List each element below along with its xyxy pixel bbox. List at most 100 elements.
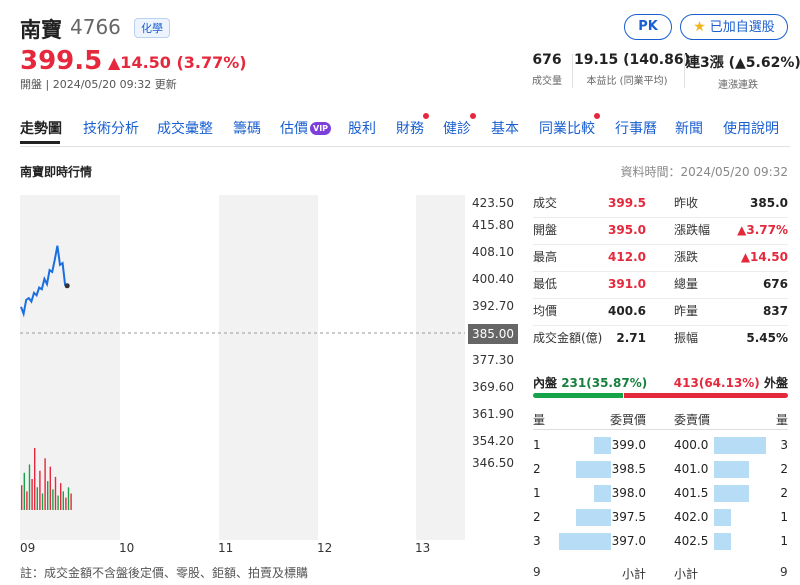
bid-row[interactable]: 2 397.5 xyxy=(533,505,646,529)
notification-dot xyxy=(594,113,600,119)
bid-price: 397.0 xyxy=(611,534,646,548)
summary-value: ▲14.50 xyxy=(740,250,788,264)
stat-value: 連3漲 (▲5.62%) xyxy=(686,55,800,71)
tab-basic[interactable]: 基本 xyxy=(491,118,519,138)
intraday-chart[interactable] xyxy=(20,195,465,540)
bid-qty: 3 xyxy=(533,534,541,548)
x-tick: 11 xyxy=(218,541,234,555)
bid-row[interactable]: 1 399.0 xyxy=(533,433,646,457)
ask-depth-bar xyxy=(714,533,731,550)
tab-calendar[interactable]: 行事曆 xyxy=(615,118,657,138)
bid-row[interactable]: 2 398.5 xyxy=(533,457,646,481)
data-time: 資料時間：2024/05/20 09:32 xyxy=(620,165,788,179)
last-price-point xyxy=(64,283,70,289)
ask-total-qty: 9 xyxy=(780,565,788,579)
summary-value: 400.6 xyxy=(608,304,646,318)
bid-row[interactable]: 3 397.0 xyxy=(533,529,646,553)
pk-button[interactable]: PK xyxy=(624,14,672,40)
volume-bar xyxy=(44,458,46,510)
ask-qty-header: 量 xyxy=(775,413,788,427)
summary-value: 395.0 xyxy=(608,223,646,237)
summary-value: 412.0 xyxy=(608,250,646,264)
y-tick: 361.90 xyxy=(472,407,514,421)
volume-bar xyxy=(31,479,33,510)
bid-total-qty: 9 xyxy=(533,565,541,579)
tab-label: 財務 xyxy=(396,121,424,137)
ask-row[interactable]: 402.5 1 xyxy=(674,529,788,553)
summary-row: 昨量 837 xyxy=(674,298,788,325)
tab-help[interactable]: 使用說明 xyxy=(723,118,779,138)
orderbook-divider xyxy=(533,429,788,430)
tabs-divider xyxy=(20,146,790,147)
notification-dot xyxy=(470,113,476,119)
open-time: 開盤 | 2024/05/20 09:32 更新 xyxy=(20,78,177,91)
ask-row[interactable]: 401.5 2 xyxy=(674,481,788,505)
y-tick: 369.60 xyxy=(472,380,514,394)
volume-bar xyxy=(26,491,28,510)
ask-row[interactable]: 402.0 1 xyxy=(674,505,788,529)
tab-technical[interactable]: 技術分析 xyxy=(83,118,139,138)
summary-label: 成交金額(億) xyxy=(533,331,603,345)
inner-ratio-bar xyxy=(533,393,623,398)
volume-bar xyxy=(23,472,25,510)
tab-valuation[interactable]: 估價 VIP xyxy=(280,118,332,138)
category-tag[interactable]: 化學 xyxy=(134,18,170,38)
y-tick: 408.10 xyxy=(472,245,514,259)
inner-volume: 內盤 231(35.87%) xyxy=(533,374,647,391)
watchlist-button[interactable]: ★ 已加自選股 xyxy=(680,14,788,40)
tab-news[interactable]: 新聞 xyxy=(675,118,703,138)
tab-bar: 走勢圖 技術分析 成交彙整 籌碼 估價 VIP 股利 財務 健診 基本 同業比較 … xyxy=(20,113,790,146)
volume-bar xyxy=(52,489,54,510)
bid-row[interactable]: 1 398.0 xyxy=(533,481,646,505)
ask-price: 402.5 xyxy=(674,534,709,548)
volume-bar xyxy=(49,466,51,510)
summary-value: 676 xyxy=(762,277,788,291)
tab-trend[interactable]: 走勢圖 xyxy=(20,118,62,138)
y-tick: 354.20 xyxy=(472,434,514,448)
bid-price-header: 委買價 xyxy=(609,413,646,427)
tab-peer-compare[interactable]: 同業比較 xyxy=(539,113,600,138)
y-tick: 400.40 xyxy=(472,272,514,286)
y-tick: 346.50 xyxy=(472,456,514,470)
ask-qty: 1 xyxy=(780,534,788,548)
summary-row: 最高 412.0 xyxy=(533,244,646,271)
ask-row[interactable]: 400.0 3 xyxy=(674,433,788,457)
vip-badge: VIP xyxy=(310,122,332,135)
bid-qty-header: 量 xyxy=(533,413,546,427)
ask-price-header: 委賣價 xyxy=(674,413,711,427)
stat-label: 成交量 xyxy=(532,76,562,87)
tab-chips[interactable]: 籌碼 xyxy=(233,118,261,138)
bid-depth-bar xyxy=(594,485,611,502)
summary-value: 2.71 xyxy=(616,331,646,345)
bid-depth-bar xyxy=(576,461,611,478)
tab-label: 技術分析 xyxy=(83,121,139,137)
stock-code: 4766 xyxy=(70,15,121,39)
ask-total-label: 小計 xyxy=(674,567,699,581)
ask-row[interactable]: 401.0 2 xyxy=(674,457,788,481)
tab-label: 使用說明 xyxy=(723,121,779,137)
bid-price: 397.5 xyxy=(611,510,646,524)
divider xyxy=(684,54,685,88)
summary-label: 最高 xyxy=(533,250,558,264)
summary-row: 開盤 395.0 xyxy=(533,217,646,244)
tab-health[interactable]: 健診 xyxy=(443,113,476,138)
y-tick: 423.50 xyxy=(472,196,514,210)
active-tab-indicator xyxy=(20,141,60,144)
tab-dividend[interactable]: 股利 xyxy=(348,118,376,138)
volume-bar xyxy=(47,481,49,510)
ask-qty: 1 xyxy=(780,510,788,524)
tab-label: 估價 xyxy=(280,121,308,137)
outer-ratio-bar xyxy=(624,393,788,398)
summary-value: 837 xyxy=(762,304,788,318)
footnote: 註：成交金額不含盤後定價、零股、鉅額、拍賣及標購 xyxy=(20,566,309,580)
inner-label: 內盤 xyxy=(533,376,558,390)
bid-depth-bar xyxy=(594,437,611,454)
volume-bar xyxy=(65,497,67,510)
tab-trades[interactable]: 成交彙整 xyxy=(157,118,213,138)
summary-label: 昨收 xyxy=(674,196,699,210)
price-change: ▲14.50 (3.77%) xyxy=(108,53,247,72)
tab-financials[interactable]: 財務 xyxy=(396,113,429,138)
summary-label: 成交 xyxy=(533,196,558,210)
summary-row: 昨收 385.0 xyxy=(674,190,788,217)
summary-label: 漲跌 xyxy=(674,250,699,264)
